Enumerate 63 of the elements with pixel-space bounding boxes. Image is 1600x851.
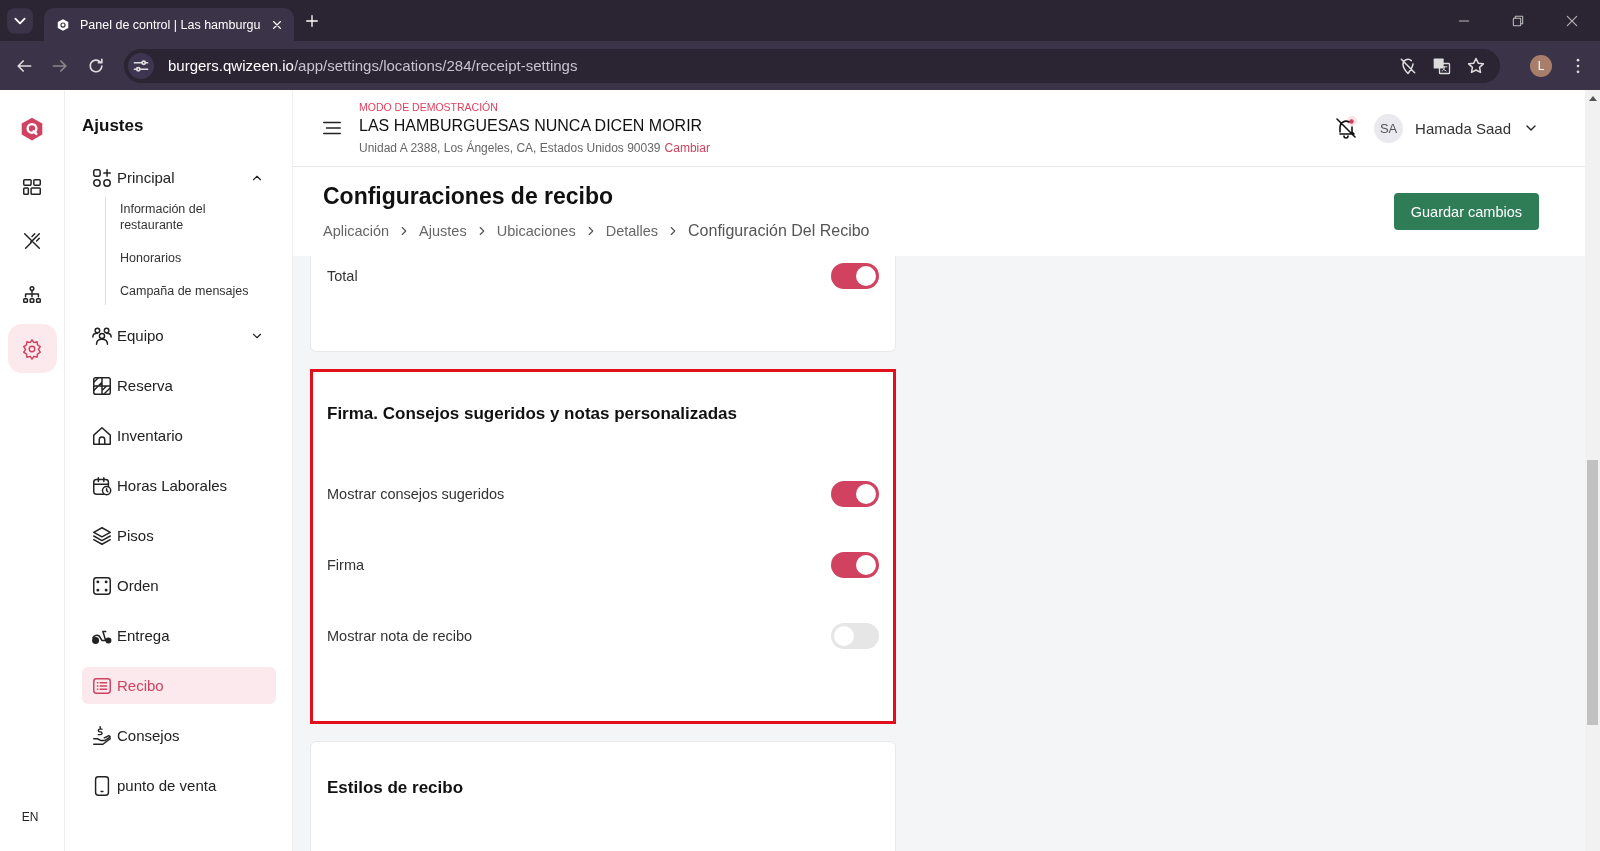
- sidebar-subitem[interactable]: Información del restaurante: [120, 201, 276, 233]
- tab-list-icon[interactable]: [6, 6, 34, 35]
- sidebar-item[interactable]: Inventario: [82, 417, 276, 454]
- logo-icon: [19, 116, 45, 142]
- sidebar-item[interactable]: punto de venta: [82, 767, 276, 804]
- new-tab-icon[interactable]: [304, 12, 321, 29]
- toggle-switch[interactable]: [831, 263, 879, 289]
- bell-off-icon[interactable]: [1334, 116, 1359, 140]
- sidebar-item[interactable]: Equipo: [82, 317, 276, 354]
- profile-avatar[interactable]: L: [1530, 54, 1552, 77]
- site-settings-icon[interactable]: [128, 52, 154, 79]
- breadcrumb-link[interactable]: Ubicaciones: [496, 223, 576, 239]
- toggle-switch[interactable]: [831, 623, 879, 649]
- breadcrumb-link[interactable]: Configuración Del Recibo: [688, 222, 870, 240]
- star-icon[interactable]: [1466, 55, 1486, 76]
- nav-gear-button[interactable]: [7, 324, 57, 373]
- save-button[interactable]: Guardar cambios: [1393, 193, 1539, 230]
- hand-coin-icon: [91, 724, 113, 747]
- sidebar-item[interactable]: Entrega: [82, 617, 276, 654]
- sidebar-subitem[interactable]: Campaña de mensajes: [120, 283, 276, 299]
- tab-title: Panel de control | Las hamburgu: [80, 17, 261, 32]
- breadcrumb-link[interactable]: Ajustes: [419, 223, 467, 239]
- language-label[interactable]: EN: [21, 810, 39, 824]
- address-bar[interactable]: burgers.qwizeen.io/app/settings/locations/284/receipt-settings: [124, 48, 1500, 83]
- sidebar-item[interactable]: Reserva: [82, 367, 276, 404]
- setting-label: Firma: [327, 557, 365, 573]
- hierarchy-icon: [21, 283, 43, 306]
- calendar-clock-icon: [91, 474, 113, 497]
- url-text: burgers.qwizeen.io/app/settings/locations/284/receipt-settings: [168, 57, 578, 74]
- section-title: Estilos de recibo: [327, 778, 465, 798]
- user-avatar[interactable]: SA: [1374, 113, 1404, 143]
- toggle-switch[interactable]: [831, 552, 879, 578]
- scrollbar[interactable]: [1585, 90, 1600, 851]
- toggle-switch[interactable]: [831, 481, 879, 507]
- gear-icon: [21, 337, 43, 360]
- sidebar-item[interactable]: Pisos: [82, 517, 276, 554]
- sidebar-item[interactable]: Principal: [82, 159, 276, 196]
- restaurant-name: LAS HAMBURGUESAS NUNCA DICEN MORIR: [359, 116, 704, 135]
- restaurant-address: Unidad A 2388, Los Ángeles, CA, Estados Unidos 90039: [359, 140, 661, 155]
- user-name[interactable]: Hamada Saad: [1415, 119, 1511, 137]
- page-title: Configuraciones de recibo: [323, 183, 615, 210]
- sidebar-title: Ajustes: [82, 116, 145, 136]
- house-icon: [91, 424, 113, 447]
- breadcrumb-link[interactable]: Detalles: [605, 223, 659, 239]
- breadcrumb-link[interactable]: Aplicación: [323, 223, 390, 239]
- site-icon: [56, 17, 70, 32]
- tile-icon: [91, 374, 113, 397]
- setting-label: Mostrar consejos sugeridos: [327, 486, 505, 502]
- frame-icon: [91, 574, 113, 597]
- sidebar-item[interactable]: Recibo: [82, 667, 276, 704]
- setting-label: Total: [327, 268, 358, 284]
- apps-add-icon: [91, 166, 113, 189]
- sidebar-item[interactable]: Consejos: [82, 717, 276, 754]
- setting-label: Mostrar nota de recibo: [327, 628, 473, 644]
- demo-mode-label: MODO DE DEMOSTRACIÓN: [359, 100, 499, 113]
- sidebar-item[interactable]: Orden: [82, 567, 276, 604]
- sidebar-item[interactable]: Horas Laborales: [82, 467, 276, 504]
- sidebar-subitem[interactable]: Honorarios: [120, 250, 276, 266]
- people-icon: [91, 324, 113, 347]
- section-title: Firma. Consejos sugeridos y notas personalizadas: [327, 404, 738, 424]
- layers-icon: [91, 524, 113, 547]
- change-link[interactable]: Cambiar: [664, 140, 710, 155]
- browser-tab[interactable]: Panel de control | Las hamburgu: [44, 8, 295, 41]
